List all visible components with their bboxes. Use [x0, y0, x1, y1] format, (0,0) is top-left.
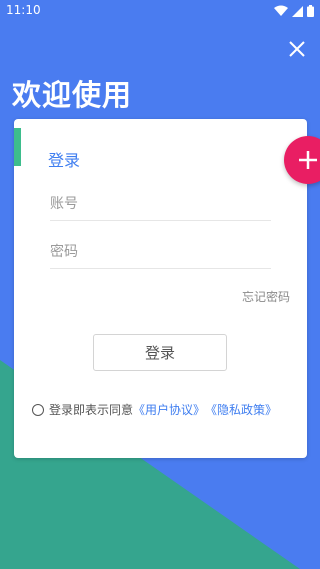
- welcome-title: 欢迎使用: [12, 78, 133, 112]
- close-icon: [289, 41, 305, 57]
- wifi-icon: [274, 5, 288, 16]
- agreement-row: 登录即表示同意 《用户协议》 《隐私政策》: [32, 401, 277, 418]
- card-accent-bar: [14, 128, 21, 166]
- login-button[interactable]: 登录: [93, 334, 227, 371]
- user-agreement-link[interactable]: 《用户协议》: [133, 401, 205, 418]
- status-time: 11:10: [6, 3, 41, 17]
- forgot-password-link[interactable]: 忘记密码: [242, 288, 290, 305]
- account-field: [50, 187, 271, 221]
- plus-icon: [299, 151, 317, 169]
- close-button[interactable]: [286, 38, 308, 60]
- privacy-policy-link[interactable]: 《隐私政策》: [205, 401, 277, 418]
- password-input[interactable]: [50, 235, 271, 268]
- account-input[interactable]: [50, 187, 271, 220]
- password-field: [50, 235, 271, 269]
- agreement-prefix: 登录即表示同意: [49, 403, 134, 417]
- status-icons: [274, 4, 314, 18]
- login-card-title: 登录: [48, 151, 81, 170]
- battery-icon: [307, 5, 314, 17]
- signal-icon: [292, 5, 303, 17]
- login-card: 登录 忘记密码 登录 登录即表示同意 《用户协议》 《隐私政策》: [14, 119, 307, 458]
- agreement-radio[interactable]: [32, 403, 44, 416]
- status-bar: 11:10: [0, 0, 320, 22]
